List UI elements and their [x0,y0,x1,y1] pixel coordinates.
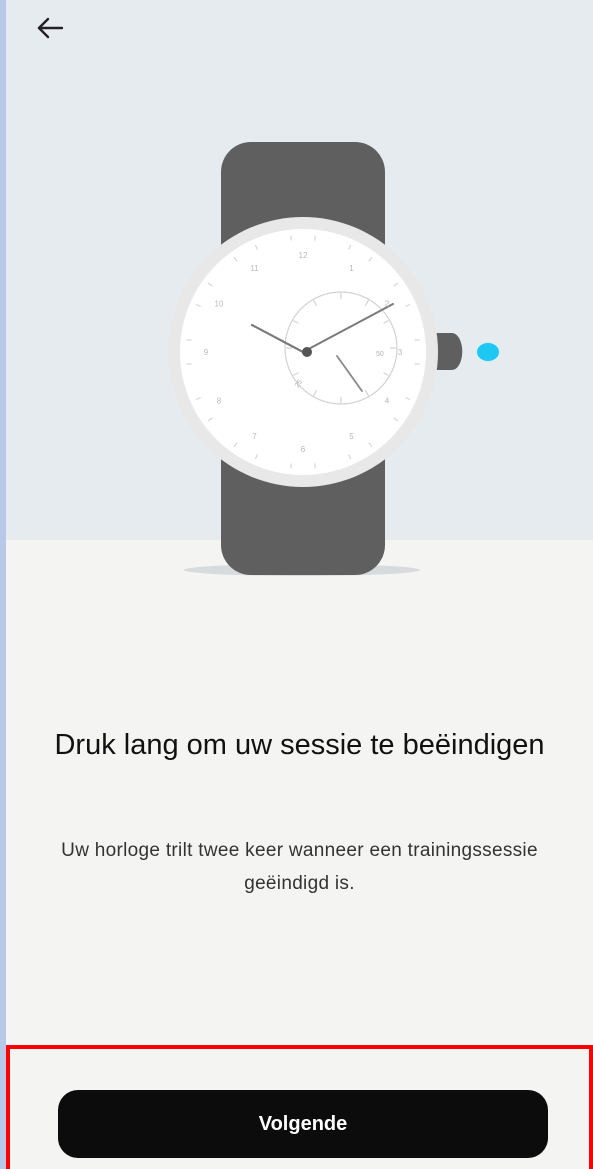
dial-number: 7 [252,432,257,441]
dial-number: 1 [349,264,354,273]
dial-tick [314,463,316,469]
subdial-percent-label: 50 [376,351,384,358]
dial-number: 3 [398,348,403,357]
dial-number: 2 [385,300,390,309]
page-description: Uw horloge trilt twee keer wanneer een t… [61,840,538,894]
button-indicator-dot [477,343,499,361]
dial-tick [414,363,420,365]
dial-number: 12 [299,251,308,260]
dial-number: 8 [217,397,222,406]
onboarding-screen: 50 25 12 1 2 3 4 5 6 7 8 9 10 11 Druk lang om uw se… [6,0,593,1169]
dial-tick [290,463,292,469]
dial-number: 5 [349,432,354,441]
page-title: Druk lang om uw sessie te beëindigen [54,729,545,761]
dial-number: 10 [215,300,224,309]
watch-illustration: 50 25 121234567891011 [168,142,499,576]
dial-tick [186,339,192,341]
watch-crown [434,333,463,370]
dial-number: 4 [385,397,390,406]
dial-number: 11 [250,264,259,273]
dial-tick [290,235,292,241]
dial-tick [186,363,192,365]
dial-tick [314,235,316,241]
hands-center-pin [302,347,312,357]
dial-number: 6 [301,445,306,454]
dial-number: 9 [204,348,209,357]
dial-tick [414,339,420,341]
next-button[interactable]: Volgende [58,1090,548,1158]
